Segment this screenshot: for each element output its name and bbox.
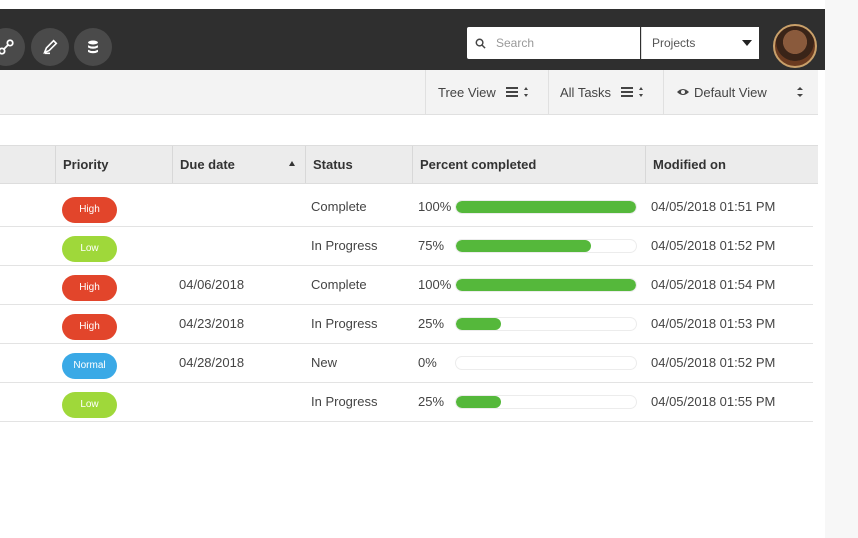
percent-label: 0% <box>418 355 437 370</box>
table-header: Priority Due date Status Percent complet… <box>0 145 818 184</box>
progress-bar <box>455 395 637 409</box>
priority-badge: High <box>62 197 117 223</box>
percent-label: 75% <box>418 238 445 253</box>
progress-bar <box>455 356 637 370</box>
column-header-status[interactable]: Status <box>305 146 412 183</box>
default-view-label: Default View <box>694 84 767 100</box>
table-row[interactable]: Normal 04/28/2018 New 0% 04/05/2018 01:52 PM <box>0 344 813 383</box>
project-select[interactable]: Projects <box>641 27 759 59</box>
priority-badge: Normal <box>62 353 117 379</box>
view-toolbar: Tree View All Tasks Default View <box>0 70 818 115</box>
status-cell: In Progress <box>311 238 378 253</box>
priority-badge: Low <box>62 392 117 418</box>
all-tasks-dropdown[interactable]: All Tasks <box>548 70 663 114</box>
eye-icon <box>677 89 689 95</box>
progress-bar <box>455 200 637 214</box>
search-icon <box>475 38 486 49</box>
progress-bar-fill <box>456 201 636 213</box>
modified-on-cell: 04/05/2018 01:51 PM <box>651 199 776 214</box>
database-button[interactable] <box>74 28 112 66</box>
edit-button[interactable] <box>31 28 69 66</box>
link-icon <box>0 39 14 55</box>
status-cell: Complete <box>311 277 367 292</box>
column-header-due-date[interactable]: Due date <box>172 146 305 183</box>
column-header-percent-completed[interactable]: Percent completed <box>412 146 645 183</box>
progress-bar <box>455 278 637 292</box>
tree-view-dropdown[interactable]: Tree View <box>425 70 548 114</box>
progress-bar-fill <box>456 318 501 330</box>
search-box <box>467 27 640 59</box>
due-date-cell: 04/23/2018 <box>179 316 245 331</box>
percent-label: 25% <box>418 316 445 331</box>
right-gutter <box>825 0 858 538</box>
percent-label: 25% <box>418 394 445 409</box>
link-button[interactable] <box>0 28 25 66</box>
status-cell: New <box>311 355 338 370</box>
table-row[interactable]: High 04/23/2018 In Progress 25% 04/05/2018 0… <box>0 305 813 344</box>
due-date-cell: 04/28/2018 <box>179 355 245 370</box>
progress-bar <box>455 317 637 331</box>
caret-down-icon <box>742 40 752 46</box>
table-row[interactable]: Low In Progress 25% 04/05/2018 01:55 PM <box>0 383 813 422</box>
progress-bar-fill <box>456 240 591 252</box>
modified-on-cell: 04/05/2018 01:53 PM <box>651 316 776 331</box>
sort-arrows-icon <box>797 87 803 97</box>
priority-badge: Low <box>62 236 117 262</box>
progress-bar-fill <box>456 279 636 291</box>
sort-ascending-icon <box>289 161 295 166</box>
modified-on-cell: 04/05/2018 01:52 PM <box>651 355 776 370</box>
column-header-priority[interactable]: Priority <box>55 146 172 183</box>
table-row[interactable]: High Complete 100% 04/05/2018 01:51 PM <box>0 188 813 227</box>
due-date-cell: 04/06/2018 <box>179 277 245 292</box>
avatar[interactable] <box>773 24 817 68</box>
project-select-value: Projects <box>652 36 696 50</box>
due-date-header-label: Due date <box>180 157 235 172</box>
menu-sort-icon <box>505 85 532 99</box>
top-navigation-bar: Projects <box>0 9 825 70</box>
all-tasks-label: All Tasks <box>560 84 612 100</box>
modified-on-cell: 04/05/2018 01:54 PM <box>651 277 776 292</box>
tree-view-label: Tree View <box>438 84 496 100</box>
table-row[interactable]: Low In Progress 75% 04/05/2018 01:52 PM <box>0 227 813 266</box>
status-cell: In Progress <box>311 394 378 409</box>
table-row[interactable]: High 04/06/2018 Complete 100% 04/05/2018 01:… <box>0 266 813 305</box>
modified-on-cell: 04/05/2018 01:55 PM <box>651 394 776 409</box>
progress-bar <box>455 239 637 253</box>
database-icon <box>88 40 98 54</box>
search-input[interactable] <box>494 35 628 51</box>
status-cell: In Progress <box>311 316 378 331</box>
percent-label: 100% <box>418 277 452 292</box>
percent-label: 100% <box>418 199 452 214</box>
priority-badge: High <box>62 275 117 301</box>
modified-on-cell: 04/05/2018 01:52 PM <box>651 238 776 253</box>
column-header-modified-on[interactable]: Modified on <box>645 146 818 183</box>
menu-sort-icon <box>621 85 647 99</box>
default-view-dropdown[interactable]: Default View <box>663 70 818 114</box>
priority-badge: High <box>62 314 117 340</box>
pen-icon <box>43 39 58 55</box>
progress-bar-fill <box>456 396 501 408</box>
status-cell: Complete <box>311 199 367 214</box>
